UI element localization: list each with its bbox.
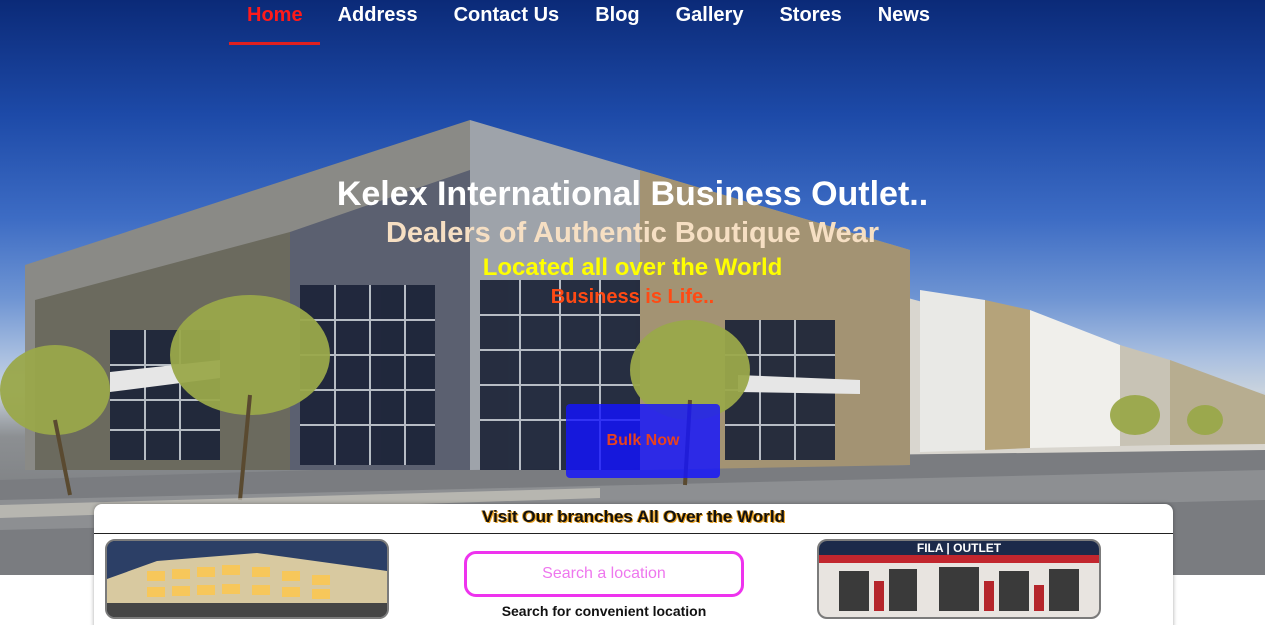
branch-image-left[interactable]	[105, 539, 389, 619]
hero-motto: Business is Life..	[550, 286, 715, 308]
nav-item-stores[interactable]: Stores	[761, 0, 859, 40]
nav-item-blog[interactable]: Blog	[577, 0, 657, 40]
bulk-now-button[interactable]: Bulk Now	[566, 404, 720, 478]
page: Home Address Contact Us Blog Gallery Sto…	[0, 0, 1265, 625]
branches-panel: Visit Our branches All Over the World Se…	[94, 504, 1173, 625]
branches-title: Visit Our branches All Over the World	[482, 507, 785, 526]
location-search-input[interactable]	[464, 551, 744, 597]
hero-title: Kelex International Business Outlet..	[336, 175, 929, 213]
search-caption: Search for convenient location	[501, 603, 707, 619]
hero-tagline: Located all over the World	[482, 254, 783, 281]
nav-item-news[interactable]: News	[860, 0, 948, 40]
divider	[94, 533, 1173, 534]
outlet-sign-text: FILA | OUTLET	[917, 541, 1002, 555]
nav-item-home[interactable]: Home	[229, 0, 320, 45]
hero-subtitle: Dealers of Authentic Boutique Wear	[385, 217, 880, 249]
nav-item-address[interactable]: Address	[320, 0, 436, 40]
branch-image-right[interactable]: FILA | OUTLET	[817, 539, 1101, 619]
nav-item-contact-us[interactable]: Contact Us	[436, 0, 578, 40]
nav-item-gallery[interactable]: Gallery	[658, 0, 762, 40]
main-nav: Home Address Contact Us Blog Gallery Sto…	[229, 0, 948, 46]
hero-section: Home Address Contact Us Blog Gallery Sto…	[0, 0, 1265, 575]
